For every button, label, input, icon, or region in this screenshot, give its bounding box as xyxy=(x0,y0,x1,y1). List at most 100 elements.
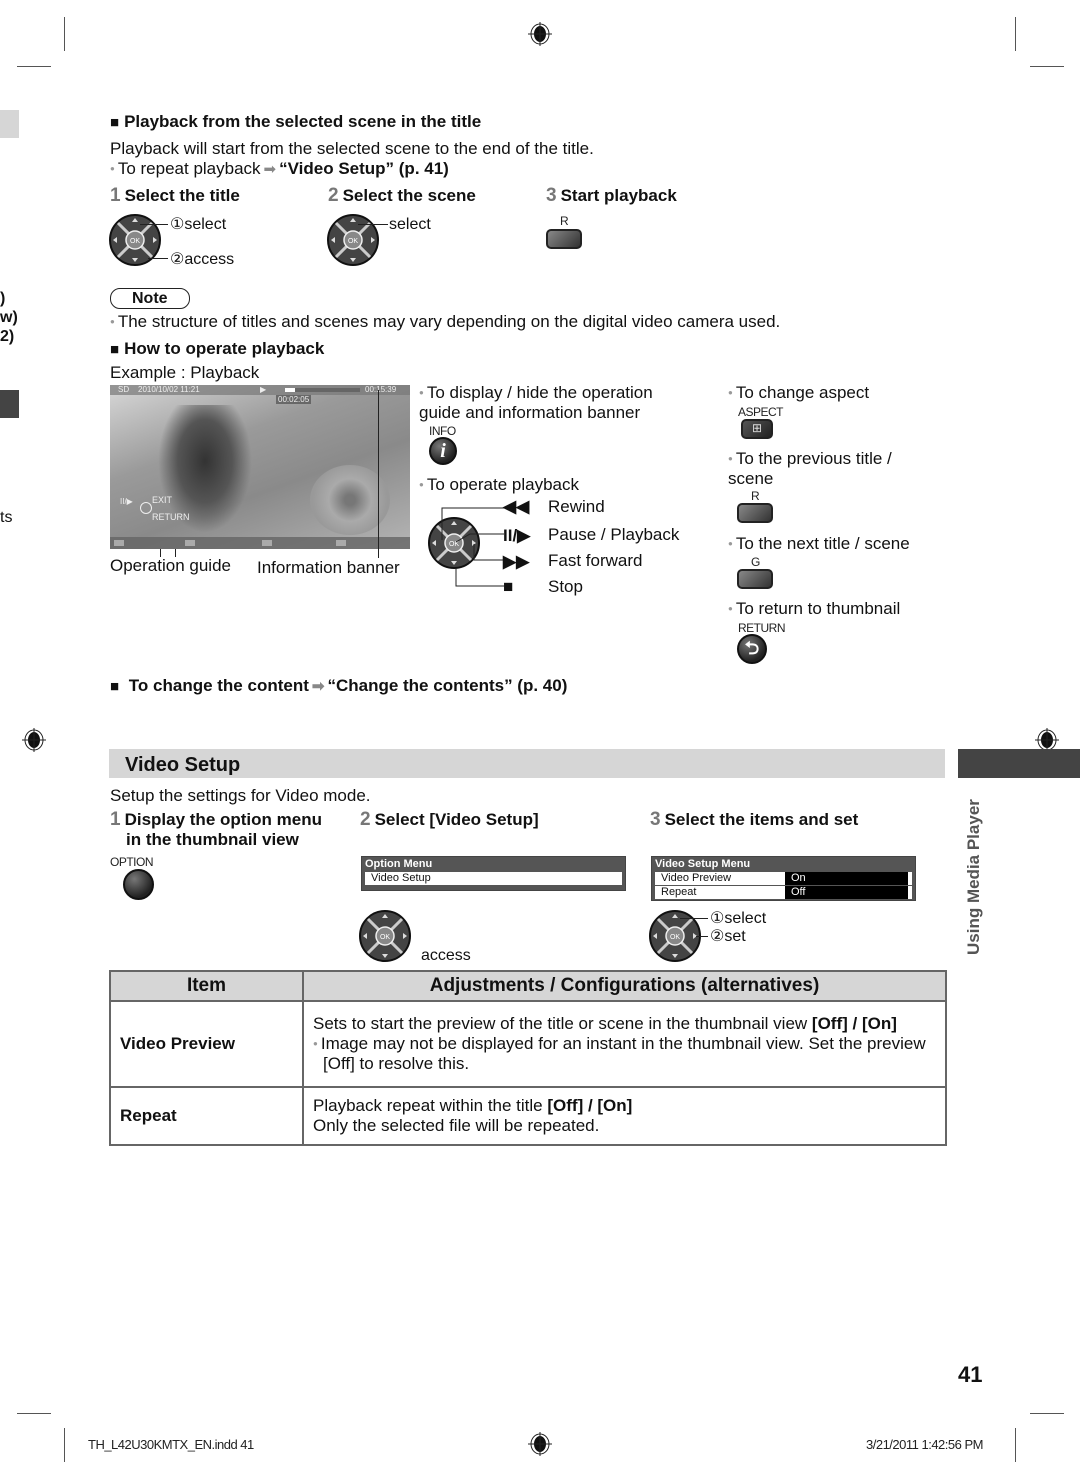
guide-return: RETURN xyxy=(152,512,190,522)
margin-fragment: ts xyxy=(0,509,13,526)
guide-dpad-icon xyxy=(140,502,152,514)
margin-fragment: w) xyxy=(0,309,18,326)
return-button-label: RETURN xyxy=(738,621,786,635)
footer-timestamp: 3/21/2011 1:42:56 PM xyxy=(866,1437,983,1452)
side-tab xyxy=(958,749,1080,778)
menu-row-video-preview[interactable]: Video Preview On xyxy=(655,872,912,885)
control-rewind-label: Rewind xyxy=(548,497,605,516)
play-state-icon: ▶ xyxy=(260,385,267,394)
arrow-right-icon: ➡ xyxy=(311,678,325,695)
page-number: 41 xyxy=(958,1362,983,1387)
rewind-icon: ◀◀ xyxy=(503,497,530,516)
section-heading-playback-scene: Playback from the selected scene in the … xyxy=(110,112,481,133)
option-menu-item-video-setup[interactable]: Video Setup xyxy=(365,872,622,885)
playback-scene-description: Playback will start from the selected sc… xyxy=(110,139,594,158)
crop-mark xyxy=(17,1413,51,1414)
aspect-instruction: To change aspect xyxy=(728,383,869,403)
guide-exit: EXIT xyxy=(152,495,173,505)
callout-select: select xyxy=(389,216,431,233)
red-button[interactable] xyxy=(546,229,582,249)
section-heading-operate: How to operate playback xyxy=(110,339,324,360)
crop-mark xyxy=(17,66,51,67)
crop-mark xyxy=(1015,1428,1016,1462)
progress-track xyxy=(285,388,360,392)
crop-mark xyxy=(64,17,65,51)
elapsed-time: 00:02:05 xyxy=(276,395,312,404)
note-text: The structure of titles and scenes may v… xyxy=(110,312,780,332)
margin-fragment: ) xyxy=(0,290,6,307)
crop-mark xyxy=(1030,66,1064,67)
side-tab-label: Using Media Player xyxy=(964,799,983,955)
callout-select: ①select xyxy=(710,910,767,927)
next-instruction: To the next title / scene xyxy=(728,534,910,554)
callout-select: ①select xyxy=(170,216,227,233)
pause-play-icon: II/▶ xyxy=(503,526,531,545)
aspect-button[interactable]: ⊞ xyxy=(741,419,773,439)
menu-row-repeat[interactable]: Repeat Off xyxy=(655,886,912,899)
registration-mark-icon xyxy=(528,22,552,46)
control-pause-label: Pause / Playback xyxy=(548,525,680,544)
option-button[interactable] xyxy=(123,869,154,900)
callout-line xyxy=(358,224,388,225)
video-setup-intro: Setup the settings for Video mode. xyxy=(110,786,371,805)
operate-instruction: To operate playback xyxy=(419,475,579,495)
bullet-icon xyxy=(110,159,118,178)
control-ff-label: Fast forward xyxy=(548,551,643,570)
col-header-adjustments: Adjustments / Configurations (alternativ… xyxy=(302,970,947,1002)
svg-text:OK: OK xyxy=(380,934,390,941)
callout-access: ②access xyxy=(170,251,235,268)
vs-step-3: 3 Select the items and set xyxy=(650,809,859,830)
progress-fill xyxy=(285,388,295,392)
callout-line xyxy=(696,936,708,937)
crop-mark xyxy=(1015,17,1016,51)
info-button[interactable]: i xyxy=(429,437,457,465)
red-button[interactable] xyxy=(737,503,773,523)
previous-instruction: To the previous title / scene xyxy=(728,449,928,489)
green-button[interactable] xyxy=(737,569,773,589)
change-contents-link[interactable]: “Change the contents” (p. 40) xyxy=(327,676,567,695)
callout-access: access xyxy=(421,947,471,964)
repeat-value[interactable]: Off xyxy=(785,886,908,899)
table-row: Repeat Playback repeat within the title … xyxy=(109,1086,947,1146)
col-header-item: Item xyxy=(109,970,304,1002)
aspect-button-label: ASPECT xyxy=(738,405,784,419)
repeat-note: To repeat playback➡“Video Setup” (p. 41) xyxy=(110,159,449,180)
crop-mark xyxy=(1030,1413,1064,1414)
step-start-playback: 3 Start playback xyxy=(546,185,677,206)
svg-text:OK: OK xyxy=(670,934,680,941)
dpad-icon[interactable]: OK xyxy=(326,213,380,267)
control-stop-label: Stop xyxy=(548,577,583,596)
video-setup-link[interactable]: “Video Setup” (p. 41) xyxy=(279,159,449,178)
next-button-label: G xyxy=(751,555,760,569)
return-button[interactable]: ⮌ xyxy=(737,634,767,664)
video-preview-value[interactable]: On xyxy=(785,872,908,885)
prev-page-band xyxy=(0,110,19,138)
stop-icon: ■ xyxy=(503,577,514,596)
example-label: Example : Playback xyxy=(110,363,260,382)
control-callout-lines xyxy=(441,507,504,587)
option-menu: Option Menu Video Setup xyxy=(361,856,626,891)
photo-subject xyxy=(150,405,260,545)
guide-pause: II/▶ xyxy=(120,497,133,506)
info-button-label: INFO xyxy=(429,424,456,438)
settings-table: Item Adjustments / Configurations (alter… xyxy=(109,970,947,1146)
vs-step-2: 2 Select [Video Setup] xyxy=(360,809,539,830)
video-setup-menu: Video Setup Menu Video Preview On Repeat… xyxy=(651,856,916,901)
table-row: Video Preview Sets to start the preview … xyxy=(109,1000,947,1088)
operation-guide-bar xyxy=(110,537,410,549)
crop-mark xyxy=(64,1428,65,1462)
prev-page-band xyxy=(0,390,19,418)
info-instruction: To display / hide the operation guide an… xyxy=(419,383,699,423)
callout-set: ②set xyxy=(710,928,746,945)
previous-button-label: R xyxy=(751,489,760,503)
video-setup-menu-title: Video Setup Menu xyxy=(655,858,751,870)
option-button-label: OPTION xyxy=(110,855,154,869)
note-badge: Note xyxy=(110,288,190,309)
bullet-icon xyxy=(313,1034,321,1053)
table-header-row: Item Adjustments / Configurations (alter… xyxy=(109,970,947,1002)
vs-step-1: 1 Display the option menu in the thumbnai… xyxy=(110,809,322,850)
callout-line xyxy=(140,224,168,225)
svg-text:OK: OK xyxy=(130,238,140,245)
footer-filename: TH_L42U30KMTX_EN.indd 41 xyxy=(88,1437,254,1452)
dpad-icon[interactable]: OK xyxy=(358,909,412,963)
